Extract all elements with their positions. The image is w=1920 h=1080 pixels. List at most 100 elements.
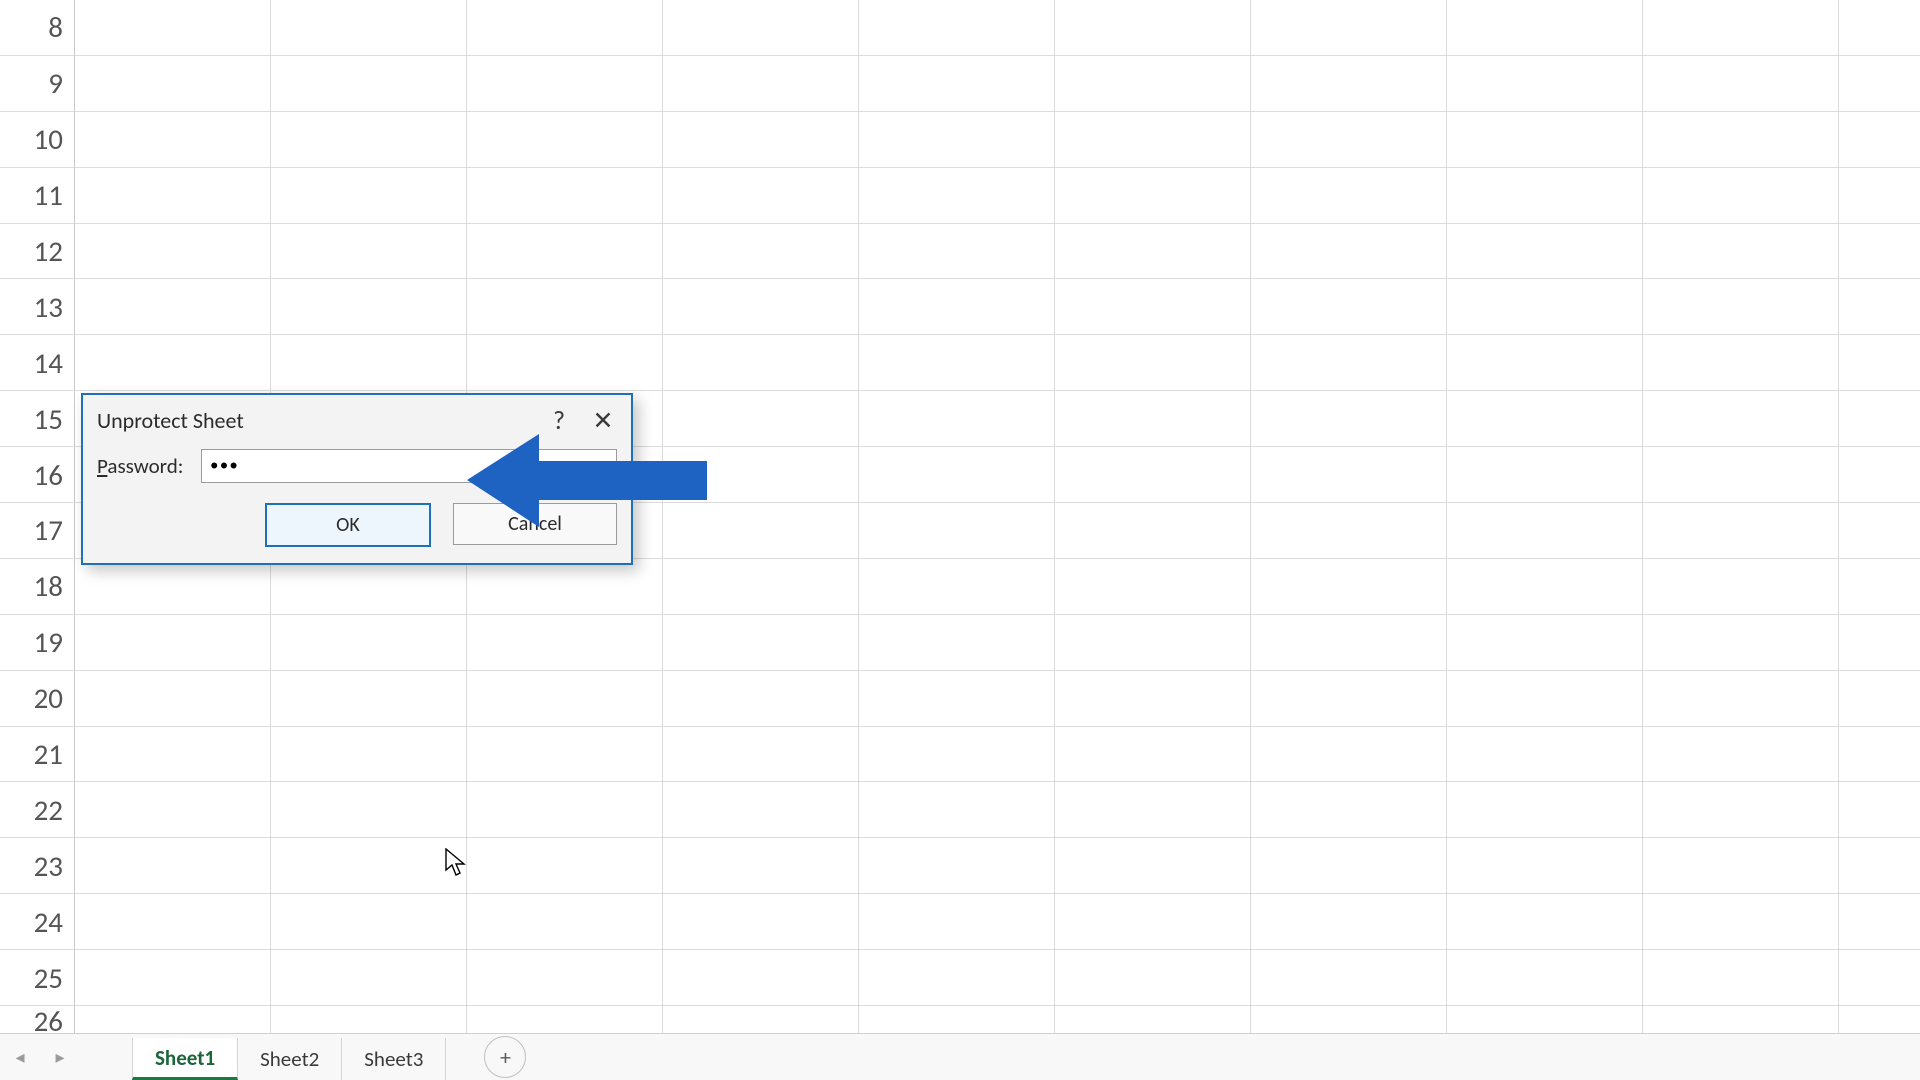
row-header[interactable]: 8 (0, 0, 75, 56)
add-sheet-button[interactable]: + (484, 1036, 526, 1078)
grid-cell[interactable] (1839, 503, 1920, 559)
grid-cell[interactable] (859, 838, 1055, 894)
grid-cell[interactable] (75, 56, 271, 112)
grid-cell[interactable] (1643, 559, 1839, 615)
grid-cell[interactable] (1839, 112, 1920, 168)
grid-cell[interactable] (467, 112, 663, 168)
grid-cell[interactable] (1643, 727, 1839, 783)
grid-cell[interactable] (1251, 671, 1447, 727)
grid-cell[interactable] (1839, 559, 1920, 615)
grid-cell[interactable] (1447, 503, 1643, 559)
grid-cell[interactable] (1055, 559, 1251, 615)
grid-cell[interactable] (75, 838, 271, 894)
grid-cell[interactable] (467, 279, 663, 335)
grid-cell[interactable] (1643, 112, 1839, 168)
grid-cell[interactable] (75, 950, 271, 1006)
grid-cell[interactable] (1839, 727, 1920, 783)
grid-cell[interactable] (1447, 112, 1643, 168)
grid-cell[interactable] (1251, 335, 1447, 391)
grid-cell[interactable] (75, 168, 271, 224)
sheet-tab[interactable]: Sheet2 (238, 1038, 342, 1080)
grid-cell[interactable] (1251, 56, 1447, 112)
grid-cell[interactable] (467, 950, 663, 1006)
grid-cell[interactable] (271, 727, 467, 783)
grid-cell[interactable] (1251, 615, 1447, 671)
grid-cell[interactable] (1055, 279, 1251, 335)
grid-cell[interactable] (1839, 168, 1920, 224)
grid-cell[interactable] (271, 168, 467, 224)
grid-cell[interactable] (271, 615, 467, 671)
grid-cell[interactable] (1447, 447, 1643, 503)
row-header[interactable]: 18 (0, 559, 75, 615)
grid-cell[interactable] (1447, 950, 1643, 1006)
grid-cell[interactable] (75, 615, 271, 671)
grid-cell[interactable] (859, 0, 1055, 56)
grid-cell[interactable] (1055, 224, 1251, 280)
grid-cell[interactable] (859, 671, 1055, 727)
row-header[interactable]: 20 (0, 671, 75, 727)
row-header[interactable]: 14 (0, 335, 75, 391)
grid-cell[interactable] (75, 671, 271, 727)
grid-cell[interactable] (663, 224, 859, 280)
grid-cell[interactable] (271, 894, 467, 950)
grid-cell[interactable] (1251, 782, 1447, 838)
grid-cell[interactable] (1447, 168, 1643, 224)
grid-cell[interactable] (1055, 391, 1251, 447)
grid-cell[interactable] (271, 224, 467, 280)
row-header[interactable]: 22 (0, 782, 75, 838)
row-header[interactable]: 11 (0, 168, 75, 224)
row-header[interactable]: 21 (0, 727, 75, 783)
grid-cell[interactable] (1251, 950, 1447, 1006)
row-header[interactable]: 17 (0, 503, 75, 559)
grid-cell[interactable] (663, 168, 859, 224)
grid-cell[interactable] (1251, 559, 1447, 615)
grid-cell[interactable] (75, 1006, 271, 1036)
grid-cell[interactable] (467, 56, 663, 112)
grid-cell[interactable] (467, 782, 663, 838)
row-header[interactable]: 25 (0, 950, 75, 1006)
grid-cell[interactable] (663, 503, 859, 559)
grid-cell[interactable] (75, 727, 271, 783)
grid-cell[interactable] (1643, 0, 1839, 56)
grid-cell[interactable] (467, 671, 663, 727)
grid-cell[interactable] (1055, 447, 1251, 503)
grid-cell[interactable] (1447, 1006, 1643, 1036)
grid-cell[interactable] (1251, 112, 1447, 168)
grid-cell[interactable] (1643, 671, 1839, 727)
grid-cell[interactable] (1055, 168, 1251, 224)
grid-cell[interactable] (467, 168, 663, 224)
grid-cell[interactable] (271, 279, 467, 335)
grid-cell[interactable] (663, 671, 859, 727)
grid-cell[interactable] (663, 615, 859, 671)
grid-cell[interactable] (271, 0, 467, 56)
grid-cell[interactable] (1839, 615, 1920, 671)
grid-cell[interactable] (1839, 335, 1920, 391)
grid-cell[interactable] (1839, 838, 1920, 894)
grid-cell[interactable] (1055, 0, 1251, 56)
row-header[interactable]: 10 (0, 112, 75, 168)
grid-cell[interactable] (1447, 838, 1643, 894)
grid-cell[interactable] (663, 112, 859, 168)
grid-cell[interactable] (859, 615, 1055, 671)
grid-cell[interactable] (1839, 950, 1920, 1006)
sheet-tab[interactable]: Sheet1 (132, 1038, 238, 1080)
grid-cell[interactable] (1447, 671, 1643, 727)
grid-cell[interactable] (467, 224, 663, 280)
row-header[interactable]: 24 (0, 894, 75, 950)
grid-cell[interactable] (663, 782, 859, 838)
grid-cell[interactable] (1839, 782, 1920, 838)
close-icon[interactable]: ✕ (581, 398, 625, 442)
grid-cell[interactable] (467, 335, 663, 391)
grid-cell[interactable] (859, 950, 1055, 1006)
row-header[interactable]: 19 (0, 615, 75, 671)
grid-cell[interactable] (1055, 615, 1251, 671)
grid-cell[interactable] (1055, 335, 1251, 391)
grid-cell[interactable] (1839, 0, 1920, 56)
grid-cell[interactable] (663, 447, 859, 503)
grid-cell[interactable] (1251, 894, 1447, 950)
grid-cell[interactable] (75, 0, 271, 56)
grid-cell[interactable] (1447, 894, 1643, 950)
grid-cell[interactable] (1643, 950, 1839, 1006)
grid-cell[interactable] (1643, 224, 1839, 280)
grid-cell[interactable] (467, 838, 663, 894)
